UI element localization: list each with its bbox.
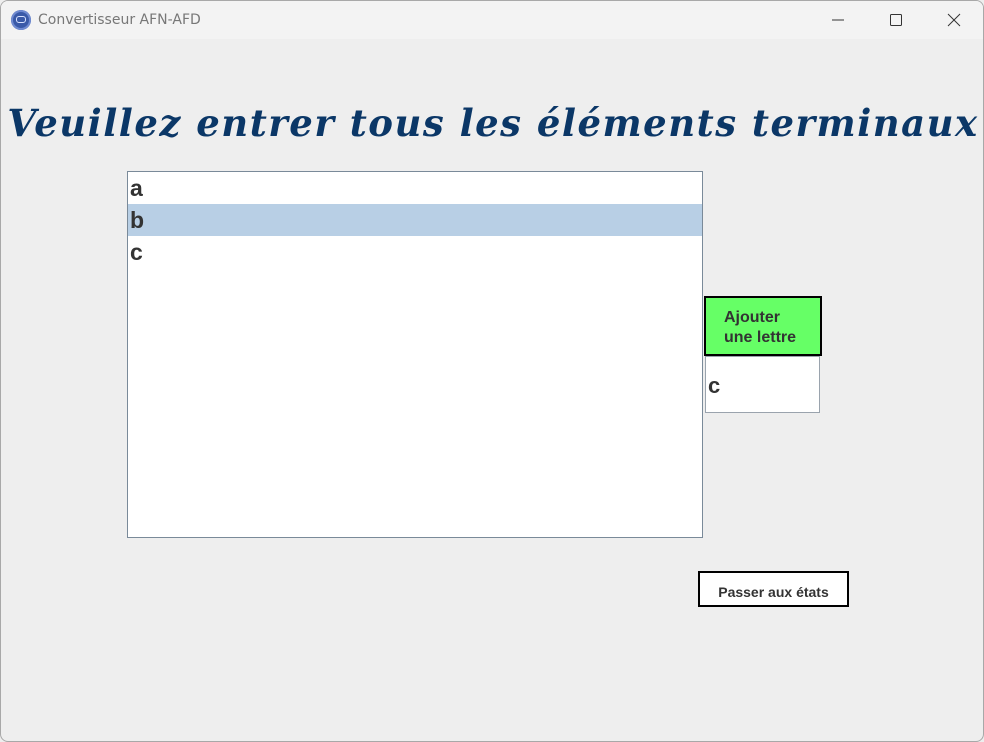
maximize-icon [890,14,902,26]
app-logo-icon [11,10,31,30]
app-window: Convertisseur AFN-AFD Veuillez entrer to… [0,0,984,742]
close-icon [947,13,961,27]
add-letter-button[interactable]: Ajouter une lettre [704,296,822,356]
letter-input-value: c [708,373,721,398]
add-letter-label-line2: une lettre [724,329,797,346]
close-button[interactable] [925,1,983,39]
add-letter-label-line1: Ajouter [724,309,780,326]
minimize-icon [832,19,844,21]
minimize-button[interactable] [809,1,867,39]
maximize-button[interactable] [867,1,925,39]
add-letter-button-label: Ajouter une lettre [724,308,824,348]
title-bar[interactable]: Convertisseur AFN-AFD [1,1,983,39]
letter-input[interactable]: c [705,356,820,413]
list-item[interactable]: b [128,204,702,236]
terminal-list[interactable]: abc [127,171,703,538]
list-item[interactable]: a [128,172,702,204]
list-item[interactable]: c [128,236,702,268]
window-title: Convertisseur AFN-AFD [38,12,201,28]
page-heading: Veuillez entrer tous les éléments termin… [7,101,979,145]
next-states-button[interactable]: Passer aux états [698,571,849,607]
